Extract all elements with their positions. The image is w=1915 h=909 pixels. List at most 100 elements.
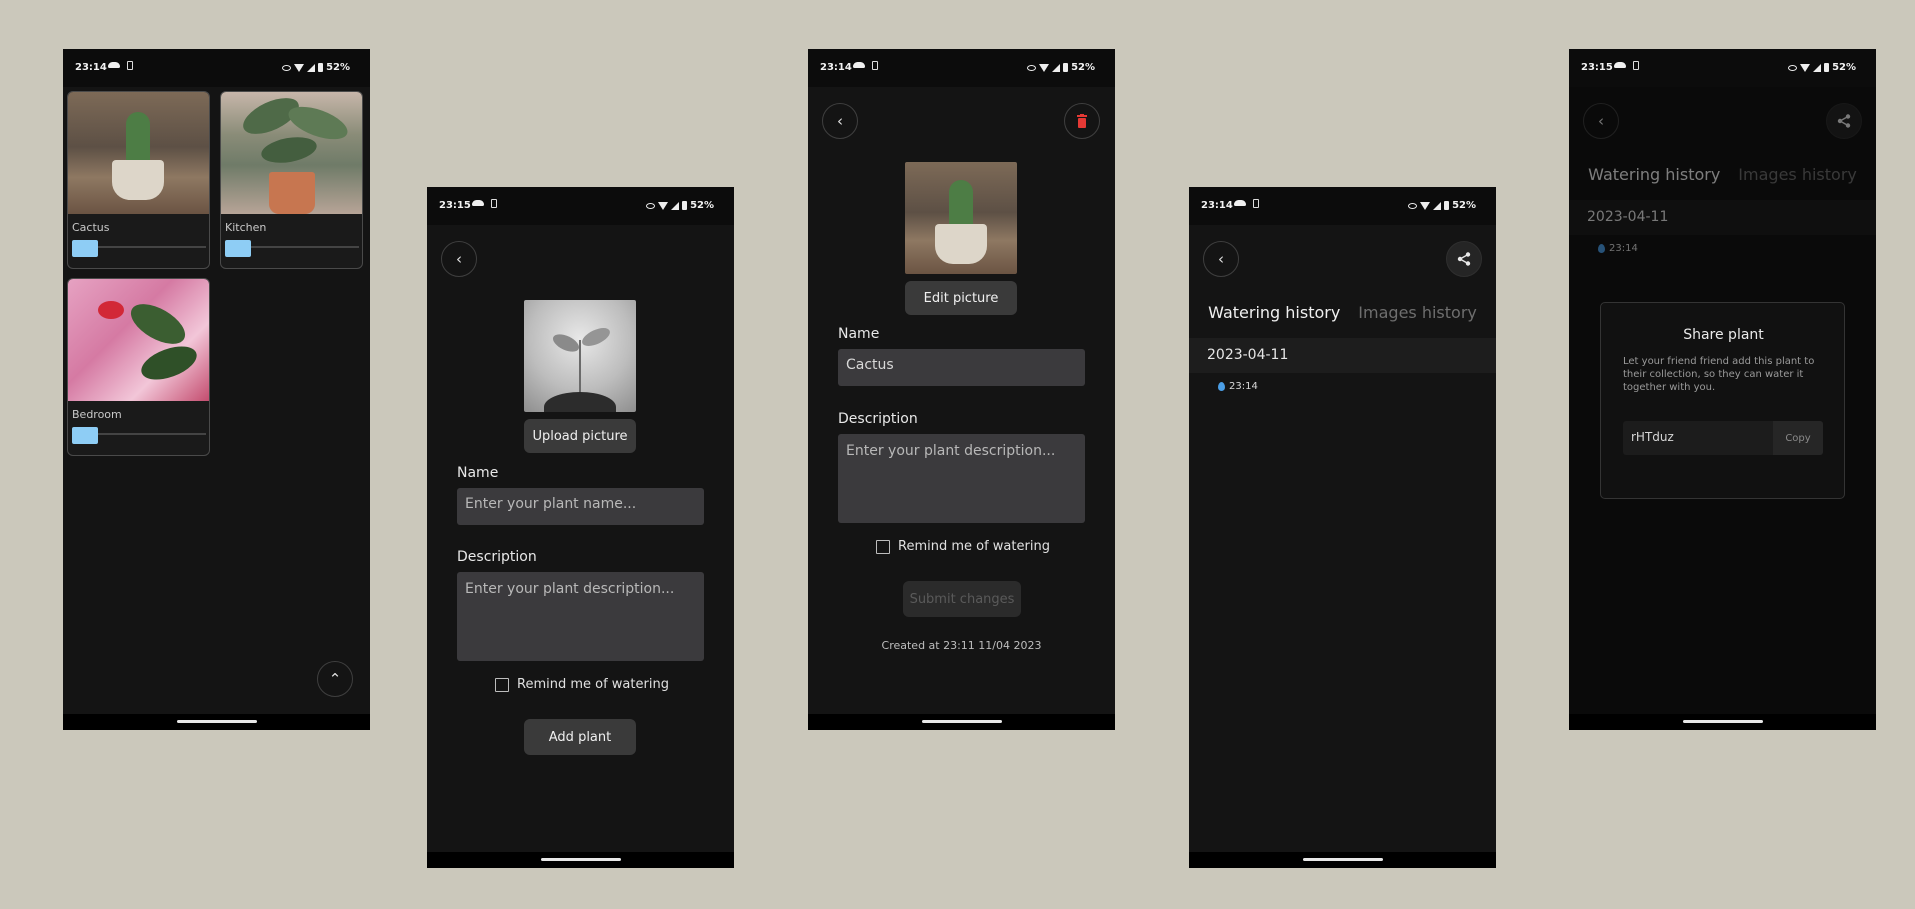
plant-image-placeholder [524,300,636,412]
description-input[interactable]: Enter your plant description... [457,572,704,661]
water-level-indicator [72,240,98,257]
sim-icon [872,61,878,70]
navigation-bar [1189,852,1496,868]
status-time: 23:15 [439,200,471,211]
copy-button[interactable]: Copy [1773,421,1823,455]
remind-checkbox[interactable] [495,677,509,692]
share-code-field[interactable]: rHTduz Copy [1623,421,1823,455]
plant-card-name: Cactus [72,221,110,234]
remind-row[interactable]: Remind me of watering [876,539,1050,554]
name-input[interactable]: Cactus [838,349,1085,386]
wifi-icon [294,63,305,72]
remind-row[interactable]: Remind me of watering [495,677,669,692]
water-level-indicator [225,240,251,257]
collection-screen: 23:14 52% Cactus Kitchen Bedroom ⌃ [63,49,370,730]
remind-checkbox[interactable] [876,539,890,554]
description-input[interactable]: Enter your plant description... [838,434,1085,523]
home-indicator[interactable] [1303,858,1383,861]
share-dialog-title: Share plant [1683,327,1764,343]
created-timestamp: Created at 23:11 11/04 2023 [881,639,1042,652]
signal-icon [1813,63,1822,72]
history-tabs: Watering history Images history [1189,303,1496,322]
home-indicator[interactable] [177,720,257,723]
description-label: Description [457,549,537,565]
water-level-indicator [72,427,98,444]
water-drop-icon [1218,382,1225,391]
status-bar: 23:14 52% [808,49,1115,87]
edit-picture-button[interactable]: Edit picture [905,281,1017,315]
back-button[interactable]: ‹ [822,103,858,139]
wifi-icon [1420,201,1431,210]
status-time: 23:15 [1581,62,1613,73]
submit-changes-button[interactable]: Submit changes [903,581,1021,617]
status-bar: 23:15 52% [1569,49,1876,87]
share-button[interactable] [1446,241,1482,277]
description-label: Description [838,411,918,427]
battery-percent: 52% [690,200,714,211]
navigation-bar [1569,714,1876,730]
battery-percent: 52% [1452,200,1476,211]
status-icons: 52% [282,62,350,73]
remind-label: Remind me of watering [517,677,669,692]
plant-image-cactus [68,92,209,214]
share-dialog: Share plant Let your friend friend add t… [1600,302,1845,499]
plant-card-name: Bedroom [72,408,122,421]
sim-icon [1633,61,1639,70]
battery-percent: 52% [1071,62,1095,73]
wifi-icon [1039,63,1050,72]
history-screen: 23:14 52% ‹ Watering history Images hist… [1189,187,1496,868]
watering-entry: 23:14 [1218,381,1258,392]
eye-icon [282,64,292,71]
status-icons: 52% [1027,62,1095,73]
add-plant-button[interactable]: Add plant [524,719,636,755]
navigation-bar [63,714,370,730]
tab-images-history[interactable]: Images history [1358,303,1477,322]
eye-icon [1027,64,1037,71]
navigation-bar [808,714,1115,730]
home-indicator[interactable] [1683,720,1763,723]
tab-watering-history[interactable]: Watering history [1208,303,1340,322]
navigation-bar [427,852,734,868]
status-bar: 23:14 52% [1189,187,1496,225]
plant-card-kitchen[interactable]: Kitchen [220,91,363,269]
wifi-icon [1800,63,1811,72]
plant-image-bedroom [68,279,209,401]
signal-icon [671,201,680,210]
battery-icon [318,63,324,72]
plant-image-kitchen [221,92,362,214]
cloud-icon [853,62,865,68]
eye-icon [646,202,656,209]
battery-percent: 52% [1832,62,1856,73]
plant-card-cactus[interactable]: Cactus [67,91,210,269]
name-label: Name [457,465,499,481]
status-time: 23:14 [820,62,852,73]
upload-picture-button[interactable]: Upload picture [524,419,636,453]
status-time: 23:14 [1201,200,1233,211]
battery-icon [1063,63,1069,72]
status-time: 23:14 [75,62,107,73]
eye-icon [1788,64,1798,71]
battery-icon [1444,201,1450,210]
scroll-top-button[interactable]: ⌃ [317,661,353,697]
chevron-left-icon: ‹ [456,250,462,268]
wifi-icon [658,201,669,210]
home-indicator[interactable] [922,720,1002,723]
home-indicator[interactable] [541,858,621,861]
chevron-up-icon: ⌃ [328,670,342,688]
status-bar: 23:14 52% [63,49,370,87]
share-icon [1457,252,1471,266]
signal-icon [1433,201,1442,210]
sim-icon [491,199,497,208]
back-button[interactable]: ‹ [441,241,477,277]
battery-percent: 52% [326,62,350,73]
plant-card-bedroom[interactable]: Bedroom [67,278,210,456]
delete-button[interactable] [1064,103,1100,139]
remind-label: Remind me of watering [898,539,1050,554]
cloud-icon [1234,200,1246,206]
chevron-left-icon: ‹ [1218,250,1224,268]
name-label: Name [838,326,880,342]
back-button[interactable]: ‹ [1203,241,1239,277]
share-dialog-text: Let your friend friend add this plant to… [1623,356,1815,393]
name-input[interactable]: Enter your plant name... [457,488,704,525]
chevron-left-icon: ‹ [837,112,843,130]
